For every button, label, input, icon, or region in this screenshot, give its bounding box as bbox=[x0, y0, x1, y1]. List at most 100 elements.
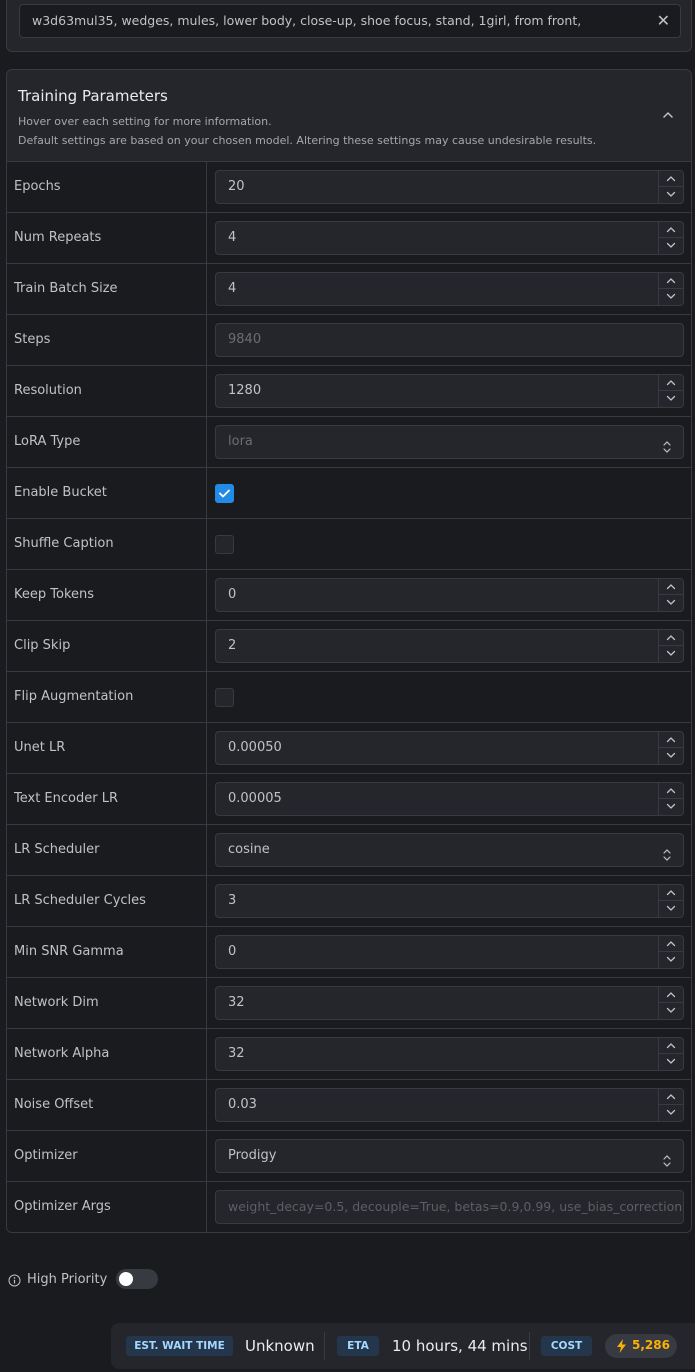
network-alpha-value: 32 bbox=[228, 1046, 245, 1061]
lr-scheduler-cycles-control: 3 bbox=[207, 876, 691, 926]
cost-badge: 5,286 bbox=[605, 1334, 677, 1358]
unet-lr-input[interactable]: 0.00050 bbox=[215, 731, 684, 765]
high-priority-toggle[interactable] bbox=[116, 1269, 158, 1289]
resolution-input[interactable]: 1280 bbox=[215, 374, 684, 408]
increment-button[interactable] bbox=[659, 375, 683, 391]
prompt-input[interactable]: w3d63mul35, wedges, mules, lower body, c… bbox=[19, 4, 681, 38]
divider bbox=[324, 1332, 325, 1360]
cost-footer: EST. WAIT TIME Unknown ETA 10 hours, 44 … bbox=[111, 1323, 695, 1369]
min-snr-gamma-input[interactable]: 0 bbox=[215, 935, 684, 969]
lora-type-select: lora bbox=[215, 425, 684, 459]
increment-button[interactable] bbox=[659, 783, 683, 799]
param-row-clip-skip: Clip Skip 2 bbox=[7, 621, 691, 672]
select-chevron-icon bbox=[663, 843, 671, 866]
decrement-button[interactable] bbox=[659, 289, 683, 305]
increment-button[interactable] bbox=[659, 579, 683, 595]
select-chevron-icon bbox=[663, 435, 671, 458]
decrement-button[interactable] bbox=[659, 799, 683, 815]
increment-button[interactable] bbox=[659, 630, 683, 646]
decrement-button[interactable] bbox=[659, 646, 683, 662]
prompt-card: w3d63mul35, wedges, mules, lower body, c… bbox=[6, 0, 692, 52]
shuffle-caption-checkbox[interactable] bbox=[215, 535, 234, 554]
steps-label: Steps bbox=[7, 315, 207, 365]
section-description-2: Default settings are based on your chose… bbox=[18, 134, 597, 147]
epochs-input[interactable]: 20 bbox=[215, 170, 684, 204]
enable-bucket-checkbox[interactable] bbox=[215, 484, 234, 503]
text-encoder-lr-label: Text Encoder LR bbox=[7, 774, 207, 824]
select-chevron-icon bbox=[663, 1149, 671, 1172]
param-row-flip-augmentation: Flip Augmentation bbox=[7, 672, 691, 723]
close-icon[interactable]: ✕ bbox=[657, 5, 670, 37]
lr-scheduler-cycles-label: LR Scheduler Cycles bbox=[7, 876, 207, 926]
noise-offset-input[interactable]: 0.03 bbox=[215, 1088, 684, 1122]
num-repeats-label: Num Repeats bbox=[7, 213, 207, 263]
epochs-control: 20 bbox=[207, 162, 691, 212]
info-icon[interactable] bbox=[8, 1274, 21, 1287]
text-encoder-lr-control: 0.00005 bbox=[207, 774, 691, 824]
param-row-num-repeats: Num Repeats 4 bbox=[7, 213, 691, 264]
network-alpha-input[interactable]: 32 bbox=[215, 1037, 684, 1071]
clip-skip-value: 2 bbox=[228, 638, 237, 653]
toggle-knob bbox=[119, 1272, 133, 1286]
keep-tokens-value: 0 bbox=[228, 587, 237, 602]
increment-button[interactable] bbox=[659, 936, 683, 952]
lora-type-label: LoRA Type bbox=[7, 417, 207, 467]
increment-button[interactable] bbox=[659, 885, 683, 901]
param-row-epochs: Epochs 20 bbox=[7, 162, 691, 213]
noise-offset-value: 0.03 bbox=[228, 1097, 257, 1112]
keep-tokens-control: 0 bbox=[207, 570, 691, 620]
optimizer-value: Prodigy bbox=[228, 1148, 277, 1163]
lr-scheduler-select[interactable]: cosine bbox=[215, 833, 684, 867]
param-row-steps: Steps 9840 bbox=[7, 315, 691, 366]
training-parameters-header[interactable]: Training Parameters Hover over each sett… bbox=[7, 70, 691, 161]
param-row-text-encoder-lr: Text Encoder LR 0.00005 bbox=[7, 774, 691, 825]
param-row-enable-bucket: Enable Bucket bbox=[7, 468, 691, 519]
optimizer-args-input: weight_decay=0.5, decouple=True, betas=0… bbox=[215, 1190, 684, 1224]
lr-scheduler-control: cosine bbox=[207, 825, 691, 875]
decrement-button[interactable] bbox=[659, 238, 683, 254]
decrement-button[interactable] bbox=[659, 1003, 683, 1019]
param-row-optimizer-args: Optimizer Args weight_decay=0.5, decoupl… bbox=[7, 1182, 691, 1232]
clip-skip-input[interactable]: 2 bbox=[215, 629, 684, 663]
num-repeats-control: 4 bbox=[207, 213, 691, 263]
chevron-up-icon[interactable] bbox=[661, 108, 675, 122]
optimizer-args-control: weight_decay=0.5, decouple=True, betas=0… bbox=[207, 1182, 691, 1232]
increment-button[interactable] bbox=[659, 1038, 683, 1054]
decrement-button[interactable] bbox=[659, 187, 683, 203]
param-row-lora-type: LoRA Type lora bbox=[7, 417, 691, 468]
lr-scheduler-cycles-value: 3 bbox=[228, 893, 237, 908]
lightning-bolt-icon bbox=[617, 1339, 626, 1353]
text-encoder-lr-input[interactable]: 0.00005 bbox=[215, 782, 684, 816]
increment-button[interactable] bbox=[659, 222, 683, 238]
increment-button[interactable] bbox=[659, 1089, 683, 1105]
lora-type-control: lora bbox=[207, 417, 691, 467]
decrement-button[interactable] bbox=[659, 1105, 683, 1121]
param-row-network-dim: Network Dim 32 bbox=[7, 978, 691, 1029]
param-row-unet-lr: Unet LR 0.00050 bbox=[7, 723, 691, 774]
param-row-lr-scheduler-cycles: LR Scheduler Cycles 3 bbox=[7, 876, 691, 927]
param-row-resolution: Resolution 1280 bbox=[7, 366, 691, 417]
keep-tokens-input[interactable]: 0 bbox=[215, 578, 684, 612]
decrement-button[interactable] bbox=[659, 901, 683, 917]
train-batch-size-input[interactable]: 4 bbox=[215, 272, 684, 306]
flip-augmentation-checkbox[interactable] bbox=[215, 688, 234, 707]
resolution-control: 1280 bbox=[207, 366, 691, 416]
decrement-button[interactable] bbox=[659, 595, 683, 611]
epochs-label: Epochs bbox=[7, 162, 207, 212]
train-batch-size-value: 4 bbox=[228, 281, 237, 296]
increment-button[interactable] bbox=[659, 987, 683, 1003]
decrement-button[interactable] bbox=[659, 1054, 683, 1070]
decrement-button[interactable] bbox=[659, 952, 683, 968]
lr-scheduler-cycles-input[interactable]: 3 bbox=[215, 884, 684, 918]
network-dim-input[interactable]: 32 bbox=[215, 986, 684, 1020]
num-repeats-input[interactable]: 4 bbox=[215, 221, 684, 255]
decrement-button[interactable] bbox=[659, 748, 683, 764]
increment-button[interactable] bbox=[659, 273, 683, 289]
network-dim-control: 32 bbox=[207, 978, 691, 1028]
resolution-value: 1280 bbox=[228, 383, 262, 398]
eta-label: ETA bbox=[337, 1336, 379, 1356]
increment-button[interactable] bbox=[659, 171, 683, 187]
optimizer-select[interactable]: Prodigy bbox=[215, 1139, 684, 1173]
decrement-button[interactable] bbox=[659, 391, 683, 407]
increment-button[interactable] bbox=[659, 732, 683, 748]
